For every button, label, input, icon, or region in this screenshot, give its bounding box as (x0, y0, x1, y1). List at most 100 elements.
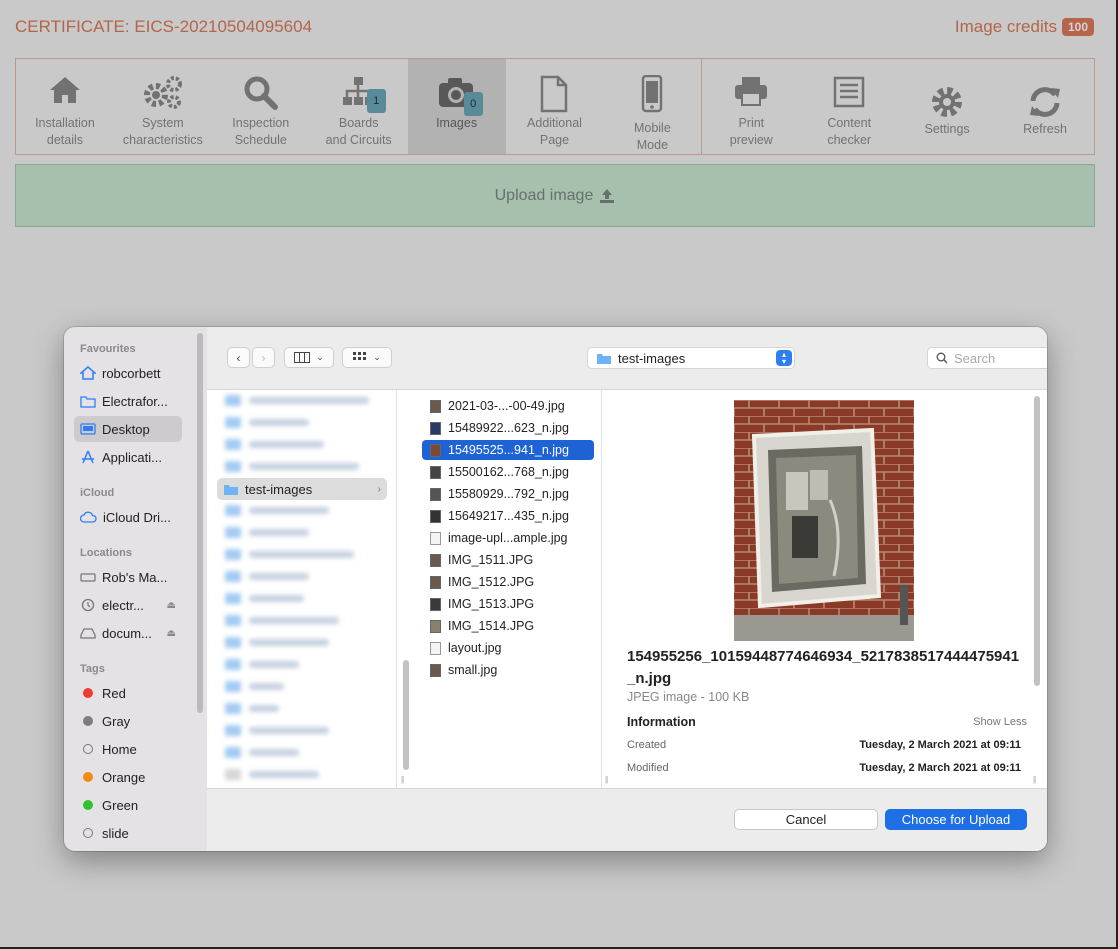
image-thumbnail-icon (430, 465, 441, 479)
forward-button[interactable]: › (252, 347, 275, 368)
sidebar-item-icloud-drive[interactable]: iCloud Dri... (74, 504, 182, 530)
path-popup[interactable]: test-images ▴ ▾ (587, 347, 795, 369)
sidebar-scrollbar[interactable] (197, 333, 203, 713)
file-item[interactable]: 2021-03-...-00-49.jpg (422, 396, 594, 416)
view-mode-button[interactable]: ⌄ (284, 347, 334, 368)
file-item[interactable]: IMG_1514.JPG (422, 616, 594, 636)
sidebar-item-label: slide (102, 825, 129, 841)
info-row-created: Created Tuesday, 2 March 2021 at 09:11 (627, 739, 1021, 751)
folder-test-images[interactable]: test-images › (217, 478, 387, 500)
file-item[interactable]: 15649217...435_n.jpg (422, 506, 594, 526)
blurred-item (225, 635, 329, 649)
sidebar-item-docum[interactable]: docum... ⏏ (74, 620, 182, 646)
blurred-item (225, 459, 359, 473)
image-thumbnail-icon (430, 399, 441, 413)
back-button[interactable]: ‹ (227, 347, 250, 368)
blurred-item (225, 613, 339, 627)
column-resize-handle[interactable]: || (401, 775, 404, 784)
info-label: Created (627, 739, 667, 751)
blurred-item (225, 723, 329, 737)
blurred-item (225, 547, 354, 561)
file-item-selected[interactable]: 15495525...941_n.jpg (422, 440, 594, 460)
sidebar-tag-home[interactable]: Home (74, 736, 182, 762)
file-name: 15649217...435_n.jpg (448, 509, 569, 523)
sidebar-item-label: robcorbett (102, 365, 161, 381)
desktop-icon (80, 422, 96, 435)
tag-dot-icon (83, 716, 93, 726)
sidebar-tag-gray[interactable]: Gray (74, 708, 182, 734)
preview-file-kind: JPEG image - 100 KB (627, 690, 750, 704)
tag-dot-icon (83, 828, 93, 838)
file-item[interactable]: 15580929...792_n.jpg (422, 484, 594, 504)
sidebar-item-label: Desktop (102, 421, 150, 437)
sidebar-item-robcorbett[interactable]: robcorbett (74, 360, 182, 386)
file-item[interactable]: 15489922...623_n.jpg (422, 418, 594, 438)
search-icon (936, 352, 948, 364)
search-field[interactable]: Search (927, 347, 1047, 369)
image-thumbnail-icon (430, 619, 441, 633)
tag-dot-icon (83, 772, 93, 782)
file-name: 15500162...768_n.jpg (448, 465, 569, 479)
eject-icon[interactable]: ⏏ (167, 628, 182, 639)
sidebar-item-desktop[interactable]: Desktop (74, 416, 182, 442)
eject-icon[interactable]: ⏏ (167, 600, 182, 611)
blurred-item (225, 525, 309, 539)
info-label: Modified (627, 762, 669, 774)
sidebar-item-label: Electrafor... (102, 393, 168, 409)
group-by-button[interactable]: ⌄ (342, 347, 392, 368)
folder-icon (224, 484, 238, 495)
popup-stepper-icon: ▴ ▾ (776, 350, 792, 366)
file-item[interactable]: layout.jpg (422, 638, 594, 658)
column-scrollbar[interactable] (403, 660, 409, 770)
file-name: 15580929...792_n.jpg (448, 487, 569, 501)
path-popup-label: test-images (618, 350, 686, 366)
file-list-column: 2021-03-...-00-49.jpg 15489922...623_n.j… (412, 390, 602, 788)
file-preview-pane: 154955256_10159448774646934_521783851744… (617, 390, 1047, 788)
tag-dot-icon (83, 800, 93, 810)
folder-icon (597, 353, 611, 364)
file-open-dialog: Favourites robcorbett Electrafor... Desk… (64, 327, 1047, 851)
file-name: image-upl...ample.jpg (448, 531, 568, 545)
sidebar-item-label: docum... (102, 625, 152, 641)
image-thumbnail-icon (430, 663, 441, 677)
sidebar-tag-green[interactable]: Green (74, 792, 182, 818)
sidebar-item-label: Gray (102, 713, 131, 729)
sidebar-item-macbook[interactable]: Rob's Ma... (74, 564, 182, 590)
file-item[interactable]: 15500162...768_n.jpg (422, 462, 594, 482)
chevron-right-icon: › (377, 483, 381, 495)
sidebar-item-label: Home (102, 741, 137, 757)
document-thumbnail-icon (430, 641, 441, 655)
computer-icon (80, 572, 96, 582)
file-item[interactable]: IMG_1511.JPG (422, 550, 594, 570)
chevron-down-icon: ⌄ (373, 352, 381, 362)
folder-icon (80, 395, 96, 408)
columns-view-icon (294, 352, 311, 363)
file-name: IMG_1513.JPG (448, 597, 535, 611)
cancel-button[interactable]: Cancel (734, 809, 878, 830)
drive-icon (80, 628, 96, 639)
sidebar-tag-red[interactable]: Red (74, 680, 182, 706)
sidebar-tag-orange[interactable]: Orange (74, 764, 182, 790)
file-item[interactable]: image-upl...ample.jpg (422, 528, 594, 548)
file-item[interactable]: IMG_1513.JPG (422, 594, 594, 614)
file-item[interactable]: IMG_1512.JPG (422, 572, 594, 592)
sidebar-tag-slide[interactable]: slide (74, 820, 182, 846)
sidebar-item-electr[interactable]: electr... ⏏ (74, 592, 182, 618)
choose-for-upload-button[interactable]: Choose for Upload (885, 809, 1027, 830)
sidebar-item-label: Applicati... (102, 449, 162, 465)
column-resize-handle[interactable]: || (1033, 775, 1036, 784)
sidebar-item-electraforms[interactable]: Electrafor... (74, 388, 182, 414)
blurred-item (225, 437, 324, 451)
sidebar-item-applications[interactable]: Applicati... (74, 444, 182, 470)
blurred-item (225, 657, 299, 671)
chevron-down-icon: ⌄ (316, 352, 324, 362)
show-less-link[interactable]: Show Less (973, 716, 1027, 728)
file-item[interactable]: small.jpg (422, 660, 594, 680)
column-resize-handle[interactable]: || (605, 775, 608, 784)
preview-scrollbar[interactable] (1034, 396, 1040, 686)
image-thumbnail-icon (430, 553, 441, 567)
information-heading: Information (627, 715, 696, 729)
sidebar-item-label: iCloud Dri... (103, 509, 171, 525)
image-thumbnail-icon (430, 443, 441, 457)
info-value: Tuesday, 2 March 2021 at 09:11 (859, 739, 1021, 751)
